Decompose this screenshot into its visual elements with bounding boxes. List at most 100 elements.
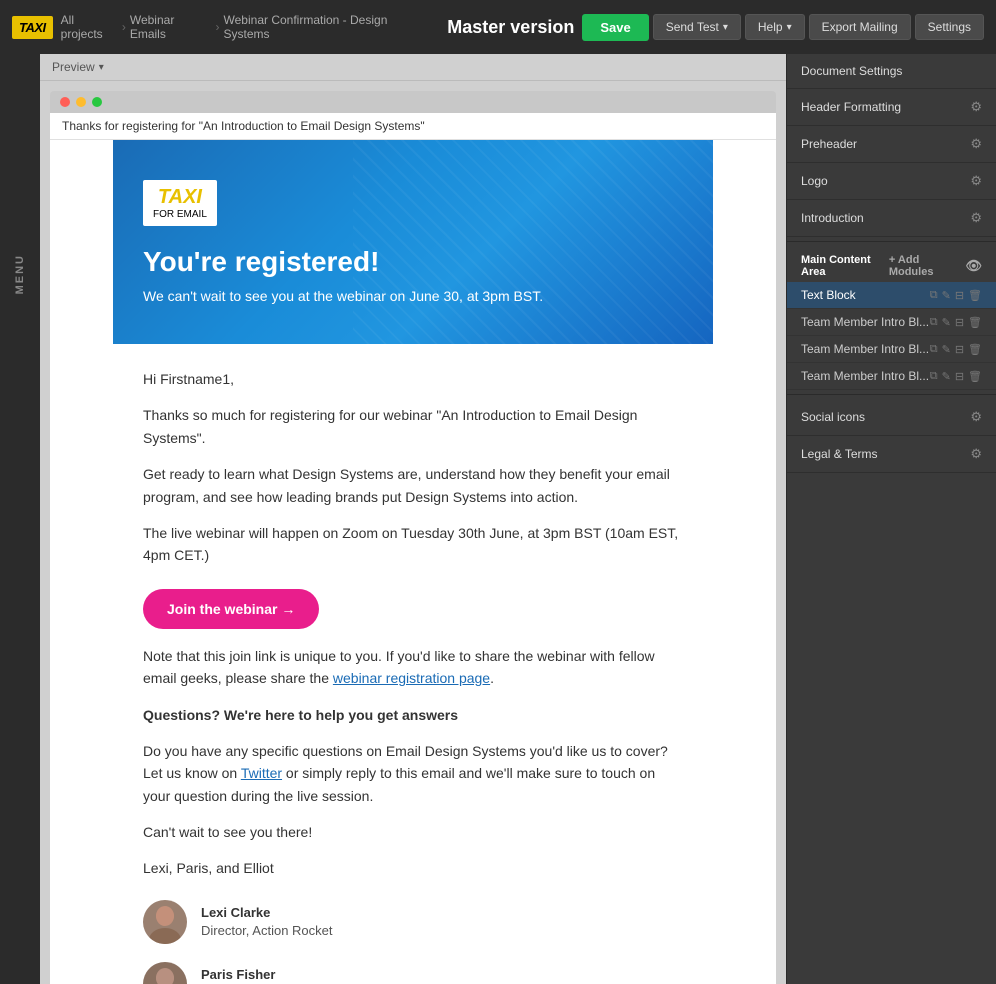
team-member-1-label: Team Member Intro Bl...	[801, 315, 929, 329]
sidebar-introduction[interactable]: Introduction ⚙	[787, 200, 996, 237]
sidebar-social-icons[interactable]: Social icons ⚙	[787, 399, 996, 436]
email-para3: The live webinar will happen on Zoom on …	[143, 522, 683, 567]
breadcrumb-item-projects[interactable]: All projects	[61, 13, 118, 41]
email-logo: TAXI FOR EMAIL	[143, 180, 217, 226]
preview-area: Preview ▾ Thanks for registering for "An…	[40, 54, 786, 984]
team-member-0: Lexi Clarke Director, Action Rocket	[143, 900, 683, 944]
team-3-copy-icon[interactable]: ⧉	[930, 370, 938, 383]
legal-terms-gear-icon[interactable]: ⚙	[970, 446, 982, 462]
team-1-trash-icon[interactable]: 🗑	[968, 316, 982, 329]
logo-gear-icon[interactable]: ⚙	[970, 173, 982, 189]
team-1-copy-icon[interactable]: ⧉	[930, 316, 938, 329]
app-logo: TAXI	[12, 16, 53, 39]
sidebar-module-team-2[interactable]: Team Member Intro Bl... ⧉ ✎ ⊟ 🗑	[787, 336, 996, 363]
help-dropdown-arrow: ▾	[787, 22, 792, 33]
team-1-edit-icon[interactable]: ✎	[942, 316, 951, 329]
document-settings-label: Document Settings	[801, 64, 902, 78]
send-test-button[interactable]: Send Test ▾	[653, 14, 741, 40]
team-name-paris: Paris Fisher	[201, 966, 475, 984]
webinar-registration-link[interactable]: webinar registration page	[333, 670, 490, 686]
send-test-dropdown-arrow: ▾	[723, 22, 728, 33]
team-member-3-icons: ⧉ ✎ ⊟ 🗑	[930, 370, 982, 383]
help-button[interactable]: Help ▾	[745, 14, 805, 40]
sidebar-divider-1	[787, 241, 996, 242]
nav-buttons: Save Send Test ▾ Help ▾ Export Mailing S…	[582, 14, 984, 41]
text-block-icons: ⧉ ✎ ⊟ 🗑	[930, 289, 982, 302]
team-3-trash-icon[interactable]: 🗑	[968, 370, 982, 383]
email-sign-off1: Can't wait to see you there!	[143, 821, 683, 843]
save-button[interactable]: Save	[582, 14, 648, 41]
team-member-2-label: Team Member Intro Bl...	[801, 342, 929, 356]
email-greeting: Hi Firstname1,	[143, 368, 683, 390]
text-block-copy-icon[interactable]: ⧉	[930, 289, 938, 302]
breadcrumb-sep-1: ›	[122, 20, 126, 34]
team-name-lexi: Lexi Clarke	[201, 904, 333, 922]
team-2-copy-icon[interactable]: ⧉	[930, 343, 938, 356]
right-sidebar: Document Settings Header Formatting ⚙ Pr…	[786, 54, 996, 984]
team-2-edit-icon[interactable]: ✎	[942, 343, 951, 356]
team-member-3-label: Team Member Intro Bl...	[801, 369, 929, 383]
main-content-area-label: Main Content Area	[801, 254, 889, 278]
social-icons-label: Social icons	[801, 410, 865, 424]
team-3-lock-icon[interactable]: ⊟	[955, 370, 964, 383]
email-questions-title: Questions? We're here to help you get an…	[143, 704, 683, 726]
sidebar-divider-2	[787, 394, 996, 395]
introduction-gear-icon[interactable]: ⚙	[970, 210, 982, 226]
menu-label[interactable]: MENU	[14, 254, 26, 294]
browser-bar	[50, 91, 776, 113]
email-subject-bar: Thanks for registering for "An Introduct…	[50, 113, 776, 140]
join-webinar-button[interactable]: Join the webinar →	[143, 589, 319, 629]
text-block-trash-icon[interactable]: 🗑	[968, 289, 982, 302]
logo-label: Logo	[801, 174, 828, 188]
preview-toolbar[interactable]: Preview ▾	[40, 54, 786, 81]
email-content: TAXI FOR EMAIL You're registered! We can…	[113, 140, 713, 984]
page-title: Master version	[447, 17, 574, 38]
social-icons-gear-icon[interactable]: ⚙	[970, 409, 982, 425]
team-2-lock-icon[interactable]: ⊟	[955, 343, 964, 356]
team-info-paris: Paris Fisher Technical Success Team Mang…	[201, 966, 475, 984]
team-member-2-icons: ⧉ ✎ ⊟ 🗑	[930, 343, 982, 356]
sidebar-header-formatting[interactable]: Header Formatting ⚙	[787, 89, 996, 126]
sidebar-document-settings[interactable]: Document Settings	[787, 54, 996, 89]
twitter-link[interactable]: Twitter	[241, 765, 282, 781]
sidebar-logo[interactable]: Logo ⚙	[787, 163, 996, 200]
sidebar-legal-terms[interactable]: Legal & Terms ⚙	[787, 436, 996, 473]
avatar-paris	[143, 962, 187, 984]
introduction-label: Introduction	[801, 211, 864, 225]
email-para2: Get ready to learn what Design Systems a…	[143, 463, 683, 508]
preview-dropdown-arrow: ▾	[99, 62, 104, 73]
sidebar-module-text-block[interactable]: Text Block ⧉ ✎ ⊟ 🗑	[787, 282, 996, 309]
team-2-trash-icon[interactable]: 🗑	[968, 343, 982, 356]
email-body: Hi Firstname1, Thanks so much for regist…	[113, 344, 713, 984]
email-para1: Thanks so much for registering for our w…	[143, 404, 683, 449]
top-navigation: TAXI All projects › Webinar Emails › Web…	[0, 0, 996, 54]
browser-minimize-dot	[76, 97, 86, 107]
browser-close-dot	[60, 97, 70, 107]
team-3-edit-icon[interactable]: ✎	[942, 370, 951, 383]
text-block-edit-icon[interactable]: ✎	[942, 289, 951, 302]
breadcrumb-item-current: Webinar Confirmation - Design Systems	[224, 13, 432, 41]
breadcrumb: All projects › Webinar Emails › Webinar …	[61, 13, 432, 41]
header-formatting-gear-icon[interactable]: ⚙	[970, 99, 982, 115]
text-block-label: Text Block	[801, 288, 856, 302]
team-member-1: Paris Fisher Technical Success Team Mang…	[143, 962, 683, 984]
sidebar-main-content-area: Main Content Area + Add Modules 👁	[787, 246, 996, 282]
add-modules-button[interactable]: + Add Modules	[889, 254, 958, 278]
text-block-lock-icon[interactable]: ⊟	[955, 289, 964, 302]
email-sign-off2: Lexi, Paris, and Elliot	[143, 857, 683, 879]
sidebar-preheader[interactable]: Preheader ⚙	[787, 126, 996, 163]
email-preview-wrapper: Thanks for registering for "An Introduct…	[50, 113, 776, 984]
team-title-lexi: Director, Action Rocket	[201, 923, 333, 938]
team-1-lock-icon[interactable]: ⊟	[955, 316, 964, 329]
browser-maximize-dot	[92, 97, 102, 107]
avatar-lexi	[143, 900, 187, 944]
export-mailing-button[interactable]: Export Mailing	[809, 14, 911, 40]
sidebar-module-team-3[interactable]: Team Member Intro Bl... ⧉ ✎ ⊟ 🗑	[787, 363, 996, 390]
preheader-gear-icon[interactable]: ⚙	[970, 136, 982, 152]
settings-button[interactable]: Settings	[915, 14, 984, 40]
main-content-eye-icon[interactable]: 👁	[965, 258, 982, 274]
team-info-lexi: Lexi Clarke Director, Action Rocket	[201, 904, 333, 940]
sidebar-module-team-1[interactable]: Team Member Intro Bl... ⧉ ✎ ⊟ 🗑	[787, 309, 996, 336]
breadcrumb-item-emails[interactable]: Webinar Emails	[130, 13, 212, 41]
preheader-label: Preheader	[801, 137, 857, 151]
